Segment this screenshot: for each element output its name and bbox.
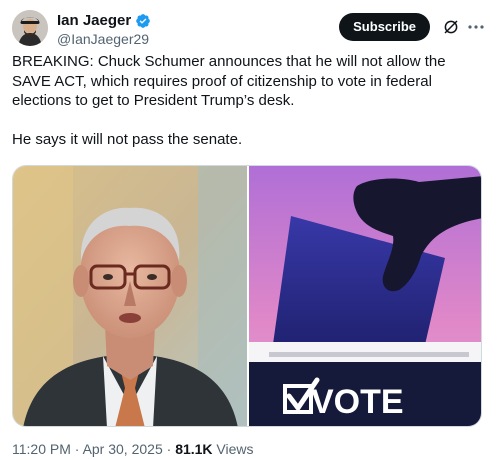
avatar[interactable] (12, 10, 48, 46)
meta-separator-2: · (162, 441, 176, 457)
media-photo-vote[interactable]: VOTE (249, 166, 481, 426)
tweet-header: Ian Jaeger @IanJaeger29 Subscribe (12, 8, 488, 48)
more-icon[interactable] (468, 20, 484, 34)
verified-badge-icon[interactable] (135, 13, 151, 29)
meta-separator: · (70, 441, 83, 457)
grok-icon[interactable] (442, 18, 460, 36)
tweet-meta: 11:20 PM · Apr 30, 2025 · 81.1K Views (12, 441, 254, 458)
tweet-time[interactable]: 11:20 PM (12, 441, 71, 457)
author-name[interactable]: Ian Jaeger (57, 12, 131, 30)
author-handle[interactable]: @IanJaeger29 (57, 30, 151, 48)
tweet-text: BREAKING: Chuck Schumer announces that h… (12, 52, 488, 150)
tweet-date[interactable]: Apr 30, 2025 (83, 441, 163, 457)
vote-label: VOTE (311, 383, 404, 421)
tweet-media[interactable]: VOTE (12, 165, 482, 427)
avatar-image (12, 10, 48, 46)
views-label: Views (212, 441, 254, 457)
tweet-paragraph-1: BREAKING: Chuck Schumer announces that h… (12, 53, 446, 109)
media-photo-portrait[interactable] (13, 166, 247, 426)
subscribe-button[interactable]: Subscribe (339, 13, 430, 41)
views-count[interactable]: 81.1K (175, 441, 212, 457)
author-block: Ian Jaeger @IanJaeger29 (57, 12, 151, 48)
tweet-paragraph-2: He says it will not pass the senate. (12, 131, 243, 148)
